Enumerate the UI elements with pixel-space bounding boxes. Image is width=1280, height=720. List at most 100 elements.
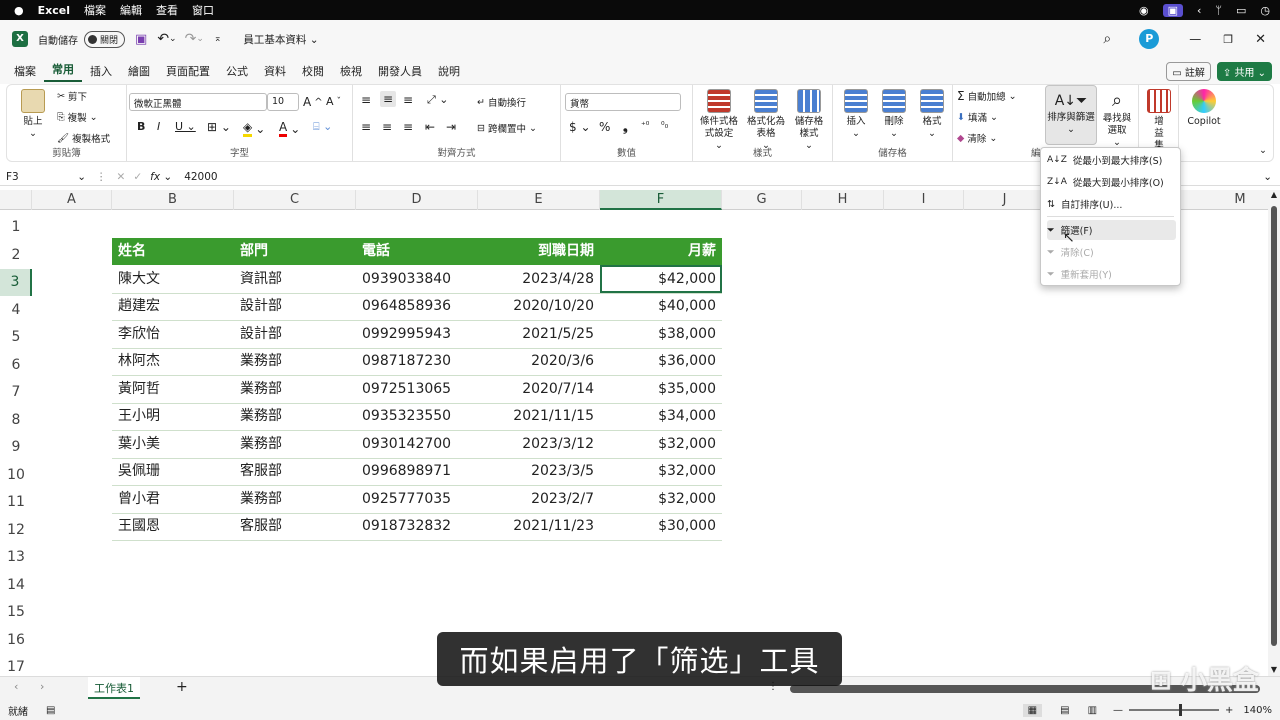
sort-ascending-item[interactable]: A↓Z 從最小到最大排序(S) <box>1047 150 1176 170</box>
cell-name[interactable]: 王小明 <box>112 403 234 430</box>
font-color-button[interactable]: A ⌄ <box>279 120 300 137</box>
cell-phone[interactable]: 0987187230 <box>356 348 478 375</box>
cell-salary[interactable]: $32,000 <box>600 431 722 458</box>
clock-icon[interactable]: ◷ <box>1260 4 1270 17</box>
decrease-decimal-button[interactable]: ⁰₀ <box>661 121 668 131</box>
fill-button[interactable]: ⬇ 填滿 ⌄ <box>957 110 998 125</box>
cell-phone[interactable]: 0939033840 <box>356 266 478 293</box>
cell-department[interactable]: 業務部 <box>234 348 356 375</box>
row-header-14[interactable]: 14 <box>0 572 32 599</box>
row-header-3[interactable]: 3 <box>0 269 32 296</box>
row-header-11[interactable]: 11 <box>0 489 32 516</box>
row-header-12[interactable]: 12 <box>0 517 32 544</box>
cell-salary[interactable]: $34,000 <box>600 403 722 430</box>
orientation-button[interactable]: ⤢ ⌄ <box>427 93 449 107</box>
reapply-item[interactable]: ⏷ 重新套用(Y) <box>1047 264 1176 284</box>
row-header-7[interactable]: 7 <box>0 379 32 406</box>
chevron-left-icon[interactable]: ‹ <box>1197 4 1201 17</box>
column-header-c[interactable]: C <box>234 190 356 210</box>
bold-button[interactable]: B <box>137 120 145 133</box>
cell-hire-date[interactable]: 2023/3/12 <box>478 431 600 458</box>
cell-phone[interactable]: 0972513065 <box>356 376 478 403</box>
cell-department[interactable]: 業務部 <box>234 431 356 458</box>
delete-cells-button[interactable]: 刪除 ⌄ <box>877 89 911 140</box>
cell-salary[interactable]: $30,000 <box>600 513 722 540</box>
cell-name[interactable]: 陳大文 <box>112 266 234 293</box>
cell-department[interactable]: 業務部 <box>234 403 356 430</box>
header-department[interactable]: 部門 <box>234 238 356 265</box>
save-icon[interactable]: ▣ <box>135 32 147 47</box>
insert-cells-button[interactable]: 插入 ⌄ <box>839 89 873 140</box>
currency-button[interactable]: $ ⌄ <box>569 120 591 134</box>
insert-function-icon[interactable]: fx ⌄ <box>150 171 172 183</box>
cell-phone[interactable]: 0925777035 <box>356 486 478 513</box>
addins-button[interactable]: 增益集 <box>1143 89 1175 152</box>
menu-edit[interactable]: 編輯 <box>120 2 142 18</box>
row-header-1[interactable]: 1 <box>0 214 32 241</box>
add-sheet-button[interactable]: + <box>176 679 188 695</box>
cell-salary[interactable]: $32,000 <box>600 486 722 513</box>
undo-icon[interactable]: ↶ <box>157 31 169 47</box>
find-select-button[interactable]: ⌕ 尋找與選取 ⌄ <box>1099 89 1135 149</box>
cell-phone[interactable]: 0918732832 <box>356 513 478 540</box>
zoom-out-icon[interactable]: — <box>1113 705 1123 716</box>
minimize-icon[interactable]: — <box>1189 32 1201 46</box>
row-header-6[interactable]: 6 <box>0 352 32 379</box>
prev-sheet-icon[interactable]: ‹ <box>14 680 18 693</box>
header-name[interactable]: 姓名 <box>112 238 234 265</box>
align-right-button[interactable]: ≡ <box>403 120 413 134</box>
column-header-a[interactable]: A <box>32 190 112 210</box>
percent-button[interactable]: % <box>599 120 610 134</box>
cell-salary[interactable]: $40,000 <box>600 293 722 320</box>
cell-salary[interactable]: $36,000 <box>600 348 722 375</box>
autosave-toggle[interactable]: 關閉 <box>84 30 126 48</box>
format-as-table-button[interactable]: 格式化為表格 ⌄ <box>745 89 787 152</box>
conditional-format-button[interactable]: 條件式格式設定 ⌄ <box>695 89 743 152</box>
comments-button[interactable]: ▭ 註解 <box>1166 61 1211 81</box>
apple-icon[interactable]: ● <box>14 4 24 17</box>
row-header-10[interactable]: 10 <box>0 462 32 489</box>
column-header-d[interactable]: D <box>356 190 478 210</box>
italic-button[interactable]: I <box>157 120 160 133</box>
increase-decimal-button[interactable]: ⁺⁰ <box>641 121 649 131</box>
cell-salary[interactable]: $35,000 <box>600 376 722 403</box>
accessibility-icon[interactable]: ▤ <box>46 705 55 716</box>
row-header-15[interactable]: 15 <box>0 599 32 626</box>
fill-color-button[interactable]: ◈ ⌄ <box>243 120 265 137</box>
cell-name[interactable]: 黃阿哲 <box>112 376 234 403</box>
column-header-h[interactable]: H <box>802 190 884 210</box>
zoom-slider[interactable] <box>1129 704 1220 716</box>
customize-icon[interactable]: ⌅ <box>214 34 222 44</box>
document-title[interactable]: 員工基本資料 ⌄ <box>243 32 318 47</box>
column-header-b[interactable]: B <box>112 190 234 210</box>
align-center-button[interactable]: ≡ <box>382 120 392 134</box>
page-break-view-icon[interactable]: ▥ <box>1088 705 1097 716</box>
cell-department[interactable]: 業務部 <box>234 376 356 403</box>
cell-hire-date[interactable]: 2023/3/5 <box>478 458 600 485</box>
row-header-4[interactable]: 4 <box>0 297 32 324</box>
increase-indent-button[interactable]: ⇥ <box>446 120 456 134</box>
zoom-in-icon[interactable]: + <box>1225 705 1233 716</box>
tab-developer[interactable]: 開發人員 <box>370 63 430 79</box>
corner-select-all[interactable] <box>0 190 32 210</box>
custom-sort-item[interactable]: ⇅ 自訂排序(U)... <box>1047 194 1176 214</box>
restore-icon[interactable]: ❐ <box>1223 33 1233 46</box>
cell-phone[interactable]: 0935323550 <box>356 403 478 430</box>
cell-hire-date[interactable]: 2020/7/14 <box>478 376 600 403</box>
cell-hire-date[interactable]: 2021/5/25 <box>478 321 600 348</box>
cell-department[interactable]: 資訊部 <box>234 266 356 293</box>
column-header-j[interactable]: J <box>964 190 1046 210</box>
grow-font-button[interactable]: A ^ <box>303 95 323 109</box>
tab-data[interactable]: 資料 <box>256 63 294 79</box>
row-header-2[interactable]: 2 <box>0 242 32 269</box>
cell-name[interactable]: 林阿杰 <box>112 348 234 375</box>
page-layout-view-icon[interactable]: ▤ <box>1060 705 1069 716</box>
tab-insert[interactable]: 插入 <box>82 63 120 79</box>
tab-help[interactable]: 說明 <box>430 63 468 79</box>
row-header-13[interactable]: 13 <box>0 544 32 571</box>
paste-button[interactable]: 貼上 ⌄ <box>15 89 51 140</box>
cell-phone[interactable]: 0996898971 <box>356 458 478 485</box>
wrap-text-button[interactable]: ↵ 自動換行 <box>477 95 526 110</box>
cell-hire-date[interactable]: 2021/11/15 <box>478 403 600 430</box>
font-name-select[interactable]: 微軟正黑體 <box>129 93 267 111</box>
